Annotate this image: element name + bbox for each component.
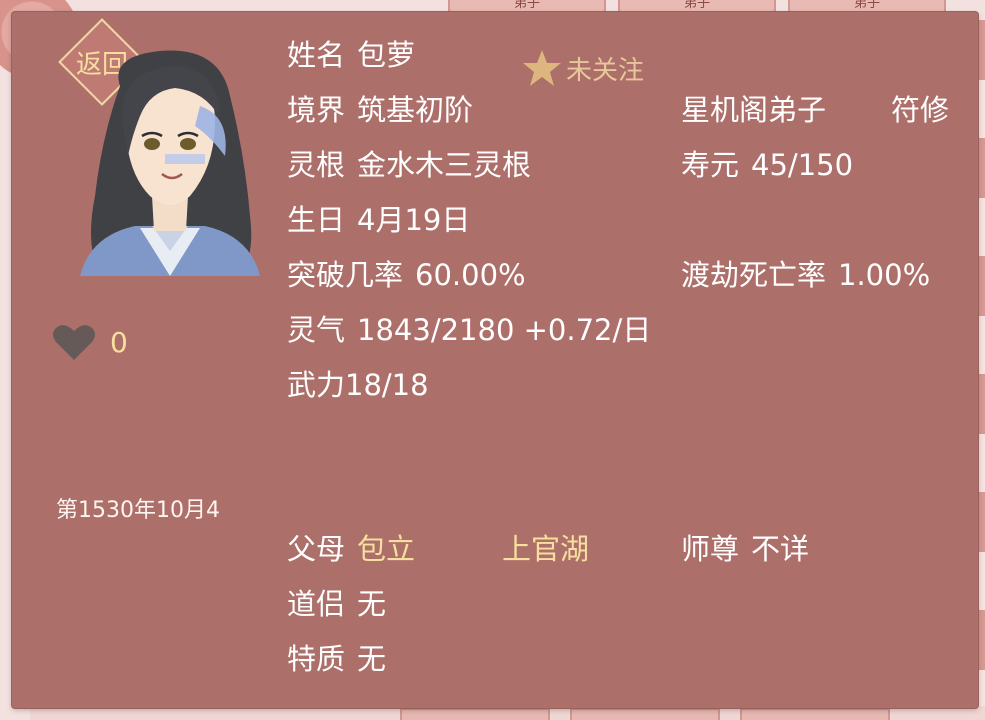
tribulation-label: 渡劫死亡率	[681, 258, 827, 292]
qi-label: 灵气	[287, 313, 346, 347]
spirit-root-field: 灵根 金水木三灵根	[287, 147, 531, 183]
name-label: 姓名	[287, 38, 346, 72]
partner-label: 道侣	[287, 587, 346, 621]
profession-value: 符修	[891, 93, 950, 127]
traits-value: 无	[357, 642, 387, 676]
realm-value: 筑基初阶	[357, 93, 474, 127]
master-value: 不详	[751, 532, 810, 566]
combat-power: 武力18/18	[287, 368, 429, 402]
birthday-field: 生日 4月19日	[287, 202, 470, 238]
spirit-root-value: 金水木三灵根	[357, 148, 532, 182]
lifespan-value: 45/150	[751, 148, 854, 182]
mother-link[interactable]: 上官湖	[502, 531, 589, 567]
father-link[interactable]: 包立	[357, 532, 415, 566]
character-info-panel: 返回 0 第1530年10月4 姓名 包萝 未关注 境界 筑基初阶 星机阁弟子 …	[12, 12, 978, 708]
qi-value: 1843/2180 +0.72/日	[357, 313, 652, 347]
realm-label: 境界	[287, 93, 346, 127]
like-count: 0	[110, 325, 128, 359]
background-bottom-card	[740, 708, 890, 720]
name-value: 包萝	[357, 38, 416, 72]
tribulation-field: 渡劫死亡率 1.00%	[681, 257, 930, 293]
character-portrait	[80, 50, 260, 276]
lifespan-field: 寿元 45/150	[681, 147, 853, 183]
name-field: 姓名 包萝	[287, 37, 415, 73]
spirit-root-label: 灵根	[287, 148, 346, 182]
partner-field: 道侣无	[287, 586, 386, 622]
breakthrough-value: 60.00%	[415, 258, 526, 292]
parents-label: 父母	[287, 532, 346, 566]
qi-field: 灵气 1843/2180 +0.72/日	[287, 312, 651, 348]
star-icon	[523, 50, 561, 86]
sect-value: 星机阁弟子	[681, 93, 827, 127]
follow-label: 未关注	[566, 55, 645, 86]
breakthrough-field: 突破几率 60.00%	[287, 257, 526, 293]
traits-field: 特质无	[287, 641, 386, 677]
like-counter[interactable]: 0	[52, 318, 128, 366]
background-bottom-card	[570, 708, 720, 720]
tribulation-value: 1.00%	[838, 258, 931, 292]
background-bottom-card	[400, 708, 550, 720]
master-label: 师尊	[681, 532, 740, 566]
realm-field: 境界 筑基初阶	[287, 92, 473, 128]
game-date: 第1530年10月4	[56, 498, 220, 523]
traits-label: 特质	[287, 642, 346, 676]
breakthrough-label: 突破几率	[287, 258, 404, 292]
parents-field: 父母 包立	[287, 531, 415, 567]
heart-icon	[53, 325, 95, 360]
lifespan-label: 寿元	[681, 148, 740, 182]
partner-value: 无	[357, 587, 387, 621]
follow-button[interactable]: 未关注	[522, 48, 644, 88]
background-right-list	[978, 20, 985, 720]
birthday-label: 生日	[287, 203, 346, 237]
birthday-value: 4月19日	[357, 203, 471, 237]
master-field: 师尊 不详	[681, 531, 809, 567]
